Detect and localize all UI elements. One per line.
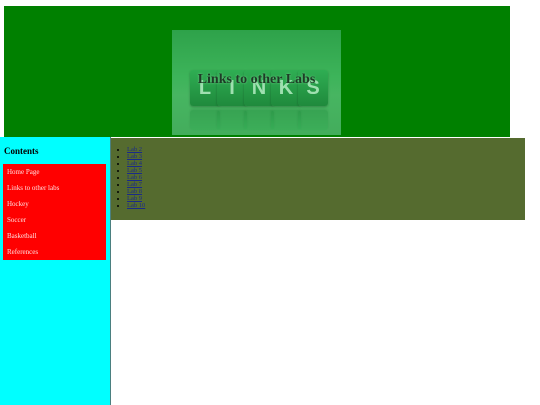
banner-reflection — [190, 110, 220, 130]
list-item: Lab 8 — [127, 188, 145, 195]
list-item: Lab 7 — [127, 181, 145, 188]
banner-reflection — [244, 110, 274, 130]
list-item: Lab 6 — [127, 174, 145, 181]
list-item: Lab 5 — [127, 167, 145, 174]
list-item: Lab 9 — [127, 195, 145, 202]
banner-image: L I N K S Links to other Labs — [172, 30, 341, 135]
lab-link[interactable]: Lab 5 — [127, 167, 142, 174]
list-item: Lab 10 — [127, 202, 145, 209]
list-item: Lab 4 — [127, 160, 145, 167]
lab-link[interactable]: Lab 6 — [127, 174, 142, 181]
main-content: Lab 2 Lab 3 Lab 4 Lab 5 Lab 6 Lab 7 Lab … — [111, 138, 525, 220]
lab-link[interactable]: Lab 3 — [127, 153, 142, 160]
lab-link[interactable]: Lab 7 — [127, 181, 142, 188]
list-item: Lab 2 — [127, 146, 145, 153]
sidebar-item-home-page[interactable]: Home Page — [3, 164, 106, 180]
sidebar-menu: Home Page Links to other labs Hockey Soc… — [3, 164, 106, 260]
lab-link[interactable]: Lab 8 — [127, 188, 142, 195]
sidebar-item-soccer[interactable]: Soccer — [3, 212, 106, 228]
lab-links-list: Lab 2 Lab 3 Lab 4 Lab 5 Lab 6 Lab 7 Lab … — [127, 146, 145, 209]
banner-title: Links to other Labs — [197, 72, 316, 87]
sidebar-item-hockey[interactable]: Hockey — [3, 196, 106, 212]
lab-link[interactable]: Lab 2 — [127, 146, 142, 153]
banner-reflection — [298, 110, 328, 130]
banner-reflection — [217, 110, 247, 130]
header: L I N K S Links to other Labs — [4, 6, 510, 137]
list-item: Lab 3 — [127, 153, 145, 160]
lab-link[interactable]: Lab 10 — [127, 202, 145, 209]
sidebar-item-references[interactable]: References — [3, 244, 106, 260]
sidebar-item-links-to-other-labs[interactable]: Links to other labs — [3, 180, 106, 196]
sidebar: Contents Home Page Links to other labs H… — [0, 137, 111, 405]
banner-reflection — [271, 110, 301, 130]
sidebar-heading: Contents — [4, 146, 39, 156]
lab-link[interactable]: Lab 4 — [127, 160, 142, 167]
lab-link[interactable]: Lab 9 — [127, 195, 142, 202]
sidebar-item-basketball[interactable]: Basketball — [3, 228, 106, 244]
